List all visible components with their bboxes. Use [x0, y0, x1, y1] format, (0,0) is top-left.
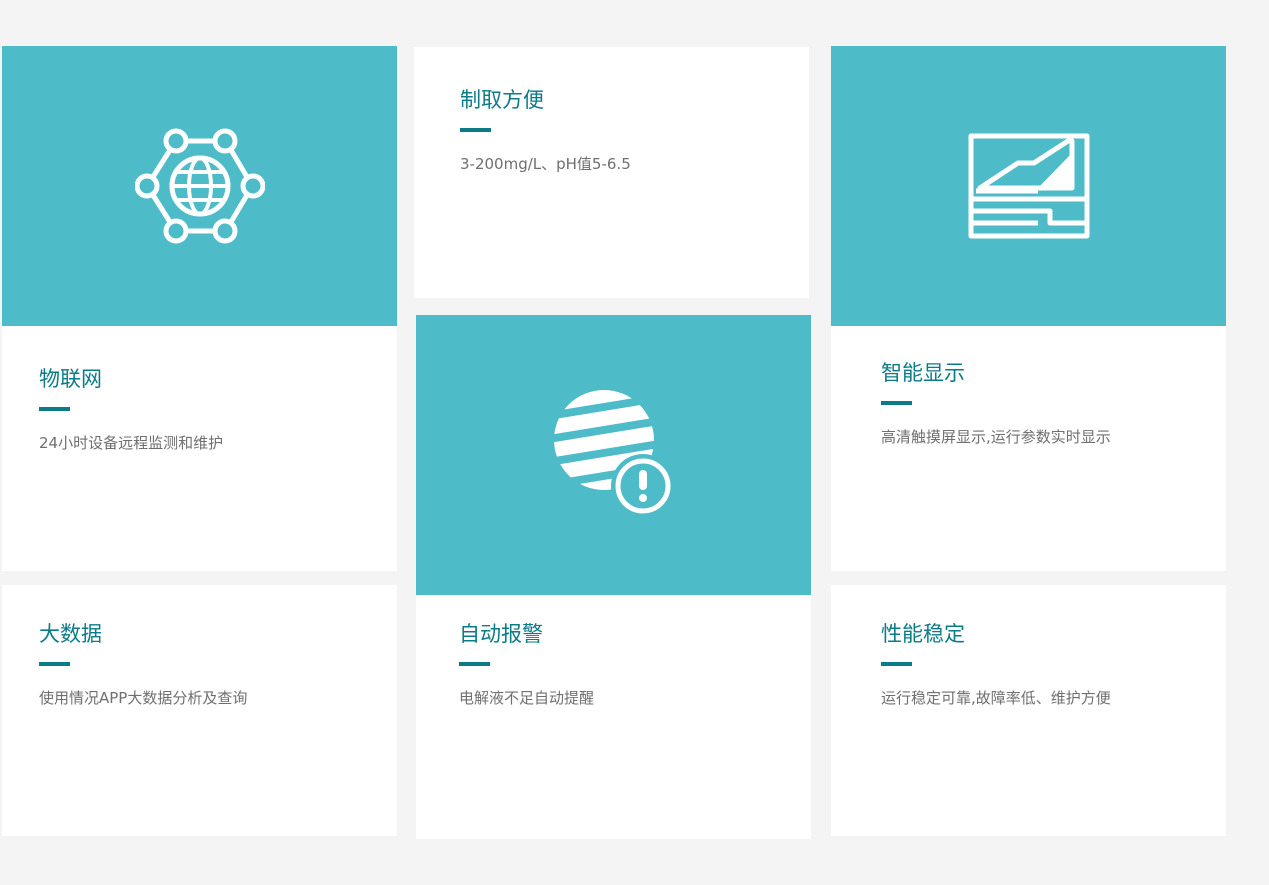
feature-prep-text: 制取方便 3-200mg/L、pH值5-6.5	[460, 86, 789, 175]
feature-card-alarm[interactable]: 自动报警 电解液不足自动提醒	[416, 315, 811, 839]
feature-card-prep[interactable]: 制取方便 3-200mg/L、pH值5-6.5	[414, 47, 809, 298]
feature-card-display[interactable]: 智能显示 高清触摸屏显示,运行参数实时显示	[831, 46, 1226, 571]
feature-card-stable[interactable]: 性能稳定 运行稳定可靠,故障率低、维护方便	[831, 585, 1226, 836]
feature-bigdata-text: 大数据 使用情况APP大数据分析及查询	[39, 620, 377, 709]
title-underline	[881, 401, 912, 405]
feature-title: 物联网	[39, 367, 102, 391]
feature-description: 运行稳定可靠,故障率低、维护方便	[881, 689, 1111, 707]
feature-description: 使用情况APP大数据分析及查询	[39, 689, 248, 707]
globe-alert-icon	[553, 390, 675, 518]
feature-display-text: 智能显示 高清触摸屏显示,运行参数实时显示	[881, 359, 1206, 448]
feature-description: 高清触摸屏显示,运行参数实时显示	[881, 428, 1111, 446]
title-underline	[460, 128, 491, 132]
feature-card-bigdata[interactable]: 大数据 使用情况APP大数据分析及查询	[2, 585, 397, 836]
feature-title: 制取方便	[460, 88, 544, 112]
feature-description: 3-200mg/L、pH值5-6.5	[460, 155, 631, 173]
feature-iot-image	[2, 46, 397, 326]
title-underline	[39, 662, 70, 666]
feature-iot-text: 物联网 24小时设备远程监测和维护	[39, 365, 377, 454]
iot-network-globe-icon	[134, 128, 265, 244]
title-underline	[459, 662, 490, 666]
touchscreen-chart-icon	[968, 133, 1089, 239]
feature-display-image	[831, 46, 1226, 326]
feature-alarm-text: 自动报警 电解液不足自动提醒	[459, 620, 791, 709]
feature-card-iot[interactable]: 物联网 24小时设备远程监测和维护	[2, 46, 397, 571]
feature-stable-text: 性能稳定 运行稳定可靠,故障率低、维护方便	[881, 620, 1206, 709]
feature-description: 电解液不足自动提醒	[459, 689, 595, 707]
feature-title: 自动报警	[459, 622, 543, 646]
title-underline	[881, 662, 912, 666]
feature-alarm-image	[416, 315, 811, 595]
feature-title: 性能稳定	[881, 622, 965, 646]
feature-title: 智能显示	[881, 361, 965, 385]
title-underline	[39, 407, 70, 411]
feature-description: 24小时设备远程监测和维护	[39, 434, 224, 452]
feature-title: 大数据	[39, 622, 102, 646]
